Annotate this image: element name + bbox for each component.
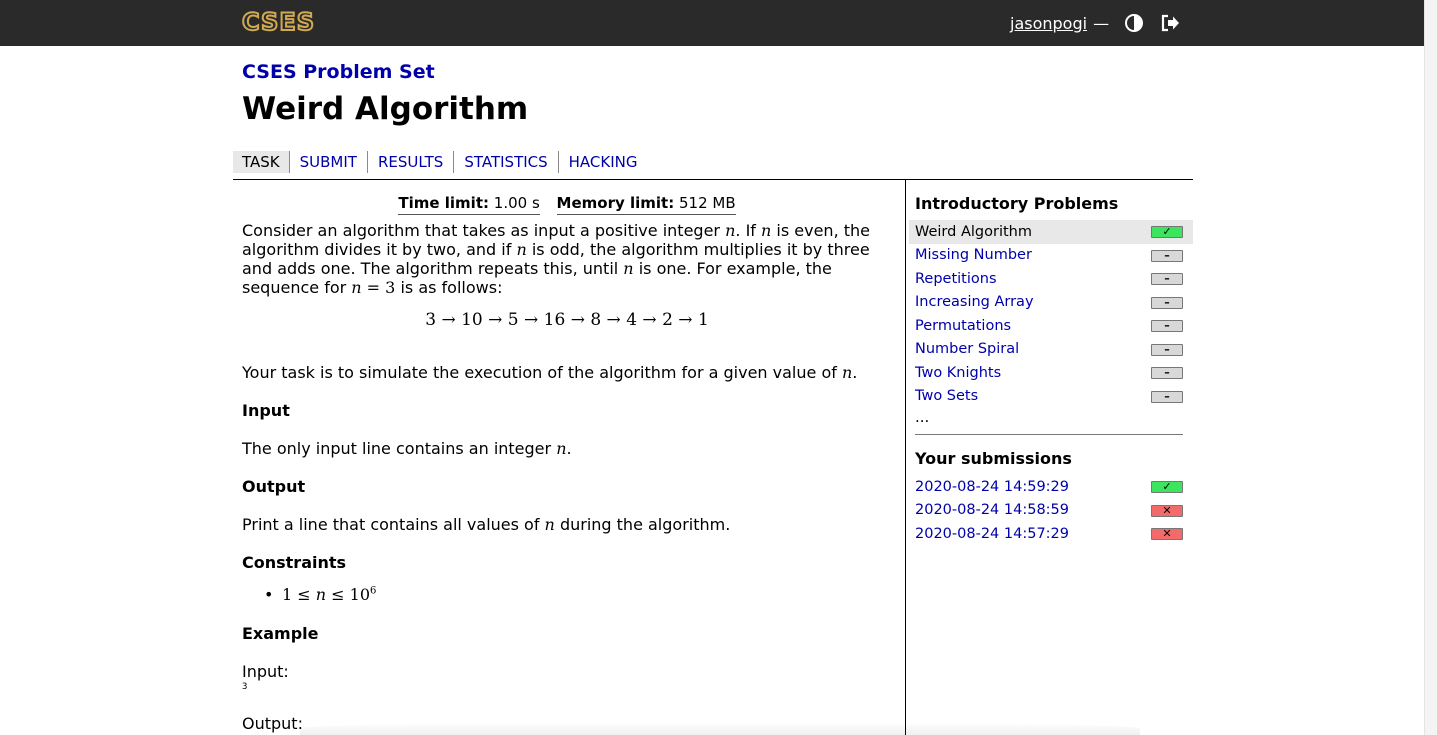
task-item-repetitions[interactable]: Repetitions – xyxy=(909,267,1193,291)
time-limit-value: 1.00 s xyxy=(493,194,540,212)
unsolved-status-icon: – xyxy=(1151,296,1183,309)
task-item-missing-number[interactable]: Missing Number – xyxy=(909,244,1193,268)
tab-results[interactable]: RESULTS xyxy=(366,151,453,173)
unsolved-status-icon: – xyxy=(1151,320,1183,332)
task-item-increasing-array[interactable]: Increasing Array – xyxy=(909,291,1193,315)
unsolved-status-icon: – xyxy=(1151,273,1183,285)
header-separator: — xyxy=(1093,13,1110,33)
username-link[interactable]: jasonpogi xyxy=(1010,14,1087,33)
submission-link[interactable]: 2020-08-24 14:57:29 xyxy=(915,526,1069,542)
tab-hacking[interactable]: HACKING xyxy=(557,151,648,173)
task-item-number-spiral[interactable]: Number Spiral – xyxy=(909,338,1193,362)
accepted-status-icon: ✓ xyxy=(1151,226,1183,238)
memory-limit: Memory limit: 512 MB xyxy=(556,194,736,215)
input-description: The only input line contains an integer … xyxy=(242,439,572,458)
task-tabs: TASK SUBMIT RESULTS STATISTICS HACKING xyxy=(233,151,648,173)
output-heading: Output xyxy=(242,477,306,496)
task-name: Number Spiral xyxy=(915,341,1020,358)
top-bar: CSES jasonpogi — xyxy=(0,0,1424,46)
time-limit: Time limit: 1.00 s xyxy=(398,194,540,215)
input-heading: Input xyxy=(242,401,290,420)
problem-set-link[interactable]: CSES Problem Set xyxy=(242,61,435,83)
submission-row: 2020-08-24 14:57:29 ✕ xyxy=(915,522,1183,546)
limits: Time limit: 1.00 s Memory limit: 512 MB xyxy=(242,194,892,215)
task-name: Two Sets xyxy=(915,388,979,405)
user-controls: jasonpogi — xyxy=(1010,0,1181,46)
task-name: Weird Algorithm xyxy=(915,223,1032,240)
task-name: Missing Number xyxy=(915,247,1032,264)
constraints-list: 1 ≤ n ≤ 106 xyxy=(264,585,376,604)
task-name: Repetitions xyxy=(915,270,997,287)
task-name: Two Knights xyxy=(915,364,1002,381)
memory-limit-label: Memory limit: xyxy=(556,194,675,212)
tabs-divider xyxy=(233,179,1193,180)
task-item-permutations[interactable]: Permutations – xyxy=(909,314,1193,338)
sidebar-divider xyxy=(905,180,906,735)
constraint-item: 1 ≤ n ≤ 106 xyxy=(264,585,376,604)
task-list: Weird Algorithm ✓ Missing Number – Repet… xyxy=(909,220,1193,408)
cses-logo[interactable]: CSES xyxy=(241,7,315,37)
logout-icon[interactable] xyxy=(1159,12,1181,34)
submission-row: 2020-08-24 14:58:59 ✕ xyxy=(915,499,1183,523)
submission-link[interactable]: 2020-08-24 14:58:59 xyxy=(915,502,1069,518)
sidebar-section-title: Introductory Problems xyxy=(915,194,1119,213)
unsolved-status-icon: – xyxy=(1151,343,1183,356)
task-name: Permutations xyxy=(915,317,1012,334)
statement-paragraph: Consider an algorithm that takes as inpu… xyxy=(242,221,870,297)
example-input-label: Input: xyxy=(242,662,289,681)
constraints-heading: Constraints xyxy=(242,553,347,572)
tab-submit[interactable]: SUBMIT xyxy=(288,151,367,173)
task-item-weird-algorithm[interactable]: Weird Algorithm ✓ xyxy=(909,220,1193,244)
tab-task[interactable]: TASK xyxy=(233,151,289,173)
task-item-two-knights[interactable]: Two Knights – xyxy=(909,361,1193,385)
task-paragraph: Your task is to simulate the execution o… xyxy=(242,363,858,382)
unsolved-status-icon: – xyxy=(1151,249,1183,262)
unsolved-status-icon: – xyxy=(1151,367,1183,379)
task-item-two-sets[interactable]: Two Sets – xyxy=(909,385,1193,409)
output-description: Print a line that contains all values of… xyxy=(242,515,731,534)
more-tasks-ellipsis: ... xyxy=(915,408,930,426)
memory-limit-value: 512 MB xyxy=(678,194,736,212)
page-title: Weird Algorithm xyxy=(242,91,529,127)
example-input-value: 3 xyxy=(242,682,248,692)
bottom-shadow xyxy=(300,722,1140,735)
submission-row: 2020-08-24 14:59:29 ✓ xyxy=(915,475,1183,499)
contrast-icon[interactable] xyxy=(1123,12,1145,34)
scrollbar[interactable] xyxy=(1424,0,1437,735)
submissions-list: 2020-08-24 14:59:29 ✓ 2020-08-24 14:58:5… xyxy=(915,475,1183,546)
tab-statistics[interactable]: STATISTICS xyxy=(453,151,557,173)
example-sequence: 3 → 10 → 5 → 16 → 8 → 4 → 2 → 1 xyxy=(425,310,709,330)
submissions-title: Your submissions xyxy=(915,449,1072,468)
submission-link[interactable]: 2020-08-24 14:59:29 xyxy=(915,479,1069,495)
example-heading: Example xyxy=(242,624,319,643)
rejected-status-icon: ✕ xyxy=(1151,504,1183,517)
sidebar-divider-line xyxy=(915,434,1183,435)
rejected-status-icon: ✕ xyxy=(1151,528,1183,540)
time-limit-label: Time limit: xyxy=(398,194,489,212)
unsolved-status-icon: – xyxy=(1151,390,1183,403)
task-name: Increasing Array xyxy=(915,294,1034,311)
accepted-status-icon: ✓ xyxy=(1151,481,1183,493)
